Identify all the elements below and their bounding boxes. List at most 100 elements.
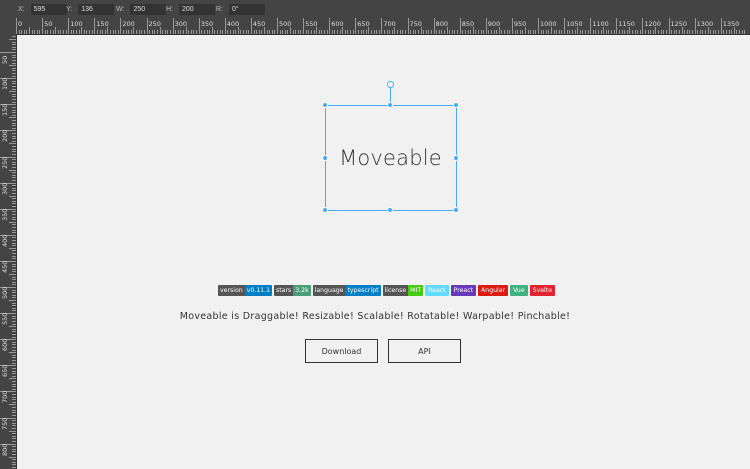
version-badge[interactable]: version v0.11.1 [218, 285, 273, 296]
ruler-label: 500 [1, 286, 9, 299]
ruler-tick [12, 399, 16, 401]
ruler-tick [12, 146, 16, 148]
ruler-corner [0, 18, 16, 34]
ruler-label: 500 [279, 20, 292, 28]
ruler-tick [12, 414, 16, 416]
ruler-tick [373, 30, 375, 34]
badge-value: 3.2k [293, 285, 311, 296]
ruler-tick [12, 268, 16, 270]
resize-handle-se[interactable] [453, 207, 459, 213]
ruler-tick [12, 409, 16, 411]
ruler-tick [548, 30, 550, 34]
ruler-tick [99, 30, 101, 34]
react-badge[interactable]: React [425, 285, 449, 296]
ruler-tick [109, 30, 111, 34]
download-button[interactable]: Download [305, 339, 378, 363]
resize-handle-w[interactable] [322, 155, 328, 161]
ruler-tick [146, 18, 148, 34]
preact-badge[interactable]: Preact [450, 285, 477, 296]
ruler-tick [12, 83, 16, 85]
ruler-tick [12, 237, 16, 239]
ruler-tick [504, 30, 506, 34]
badge-value: MIT [408, 285, 424, 296]
ruler-tick [483, 30, 485, 34]
ruler-tick [31, 30, 33, 34]
rotation-handle[interactable] [387, 81, 394, 88]
ruler-tick [237, 27, 239, 34]
ruler-tick [389, 30, 391, 34]
resize-handle-nw[interactable] [322, 102, 328, 108]
ruler-label: 1050 [566, 20, 583, 28]
resize-handle-e[interactable] [453, 155, 459, 161]
angular-badge[interactable]: Angular [478, 285, 509, 296]
ruler-tick [433, 18, 435, 34]
vertical-ruler[interactable]: 50 100 150 200 250 300 350 400 450 500 550 600 650 70… [0, 34, 17, 469]
horizontal-ruler[interactable]: 0 50 100 150 200 250 300 350 400 450 500 550 600 650 7… [16, 18, 750, 35]
vue-badge[interactable]: Vue [510, 285, 528, 296]
ruler-label: 700 [1, 390, 9, 404]
ruler-tick [723, 30, 725, 34]
ruler-tick [12, 425, 16, 427]
resize-handle-ne[interactable] [453, 102, 459, 108]
license-badge[interactable]: license MIT [382, 285, 424, 296]
h-field[interactable]: H: 200 [166, 0, 215, 18]
ruler-tick [12, 438, 16, 440]
svelte-badge[interactable]: Svelte [529, 285, 556, 296]
ruler-tick [12, 101, 16, 103]
ruler-tick [12, 86, 16, 88]
ruler-tick [12, 250, 16, 252]
ruler-tick [12, 341, 16, 343]
ruler-label: 100 [1, 77, 9, 91]
ruler-tick [459, 18, 461, 34]
resize-handle-s[interactable] [387, 207, 393, 213]
ruler-label: 600 [331, 20, 344, 28]
resize-handle-sw[interactable] [322, 207, 328, 213]
ruler-tick [347, 30, 349, 34]
ruler-tick [9, 117, 16, 119]
api-button[interactable]: API [388, 339, 461, 363]
ruler-tick [12, 219, 16, 221]
moveable-target[interactable]: Moveable [325, 105, 456, 210]
ruler-tick [12, 336, 16, 338]
ruler-tick [436, 30, 438, 34]
ruler-tick [12, 331, 16, 333]
ruler-label: 350 [1, 208, 9, 221]
ruler-tick [12, 133, 16, 134]
language-badge[interactable]: language typescript [312, 285, 381, 296]
ruler-tick [12, 446, 16, 448]
ruler-tick [645, 30, 646, 34]
ruler-tick [224, 18, 226, 34]
resize-handle-n[interactable] [387, 102, 393, 108]
ruler-tick [12, 44, 16, 46]
ruler-tick [172, 18, 174, 34]
ruler-tick [12, 114, 16, 116]
ruler-tick [624, 30, 626, 34]
ruler-tick [491, 30, 493, 34]
ruler-tick [149, 30, 151, 34]
w-field[interactable]: W: 250 [116, 0, 167, 18]
ruler-tick [642, 18, 644, 34]
ruler-tick [12, 302, 16, 304]
r-field[interactable]: R: 0° [216, 0, 265, 18]
ruler-tick [462, 30, 464, 34]
ruler-tick [496, 30, 498, 34]
ruler-tick [21, 30, 23, 34]
ruler-tick [12, 140, 16, 142]
ruler-tick [744, 30, 746, 34]
ruler-tick [0, 52, 16, 54]
ruler-tick [52, 30, 54, 34]
ruler-tick [143, 30, 145, 34]
ruler-tick [561, 30, 563, 34]
ruler-label: 50 [1, 55, 9, 65]
x-field[interactable]: X: 595 [18, 0, 67, 18]
ruler-tick [12, 394, 16, 395]
ruler-tick [245, 30, 247, 34]
ruler-tick [274, 30, 276, 34]
ruler-tick [47, 30, 49, 34]
ruler-tick [718, 30, 720, 34]
y-field[interactable]: Y: 136 [66, 0, 115, 18]
stars-badge[interactable]: stars 3.2k [274, 285, 311, 296]
ruler-tick [104, 30, 106, 34]
ruler-label: 650 [357, 20, 370, 28]
ruler-tick [12, 459, 16, 461]
